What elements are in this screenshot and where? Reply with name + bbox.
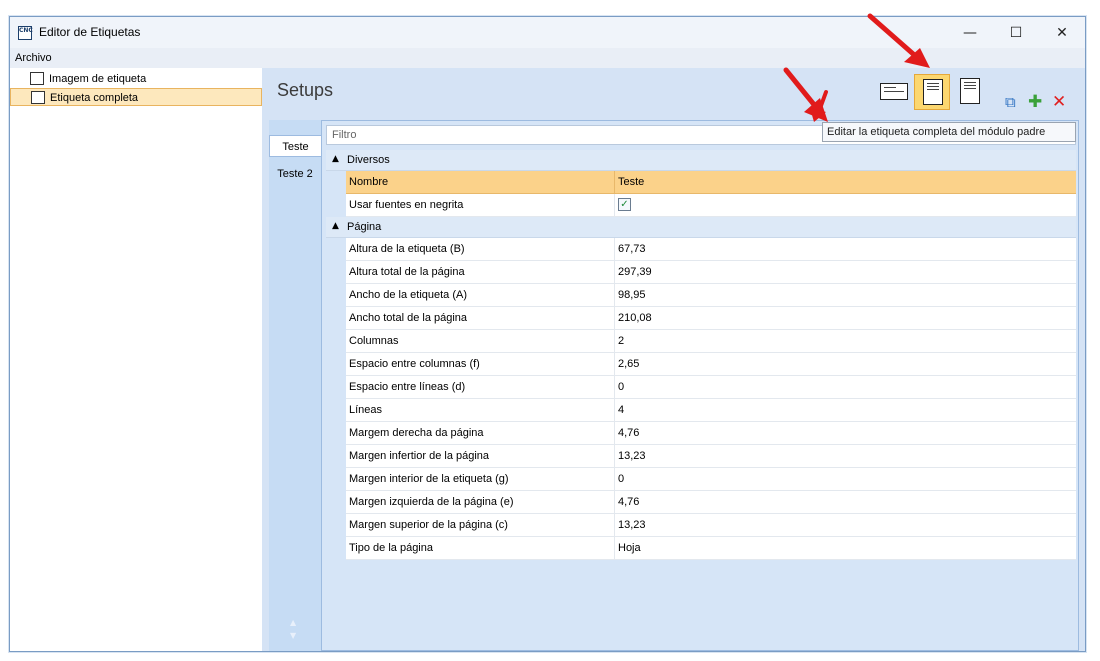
property-row[interactable]: Tipo de la página Hoja xyxy=(346,537,1076,560)
group-header[interactable]: ▲ Página xyxy=(326,217,1076,238)
property-row[interactable]: Altura de la etiqueta (B) 67,73 xyxy=(346,238,1076,261)
property-value[interactable]: 13,23 xyxy=(618,519,646,531)
property-row[interactable]: Columnas 2 xyxy=(346,330,1076,353)
window-title: Editor de Etiquetas xyxy=(39,25,141,39)
annotation-arrow-3 xyxy=(810,90,828,122)
app-logo-icon: CNC xyxy=(18,26,33,40)
property-name: Espacio entre líneas (d) xyxy=(349,381,466,393)
property-row[interactable]: Margem derecha da página 4,76 xyxy=(346,422,1076,445)
property-name: Margen interior de la etiqueta (g) xyxy=(349,473,509,485)
property-grid: ▲ Diversos Nombre Teste Usar fuentes en negr… xyxy=(326,150,1076,560)
setups-panel: Setups ⧉ ✚ ✕ Teste Teste 2 ▲ ▼ Filtro ▲ … xyxy=(262,68,1085,651)
tab-teste[interactable]: Teste xyxy=(269,135,321,157)
column-header-row: Nombre Teste xyxy=(346,171,1076,194)
delete-icon[interactable]: ✕ xyxy=(1052,94,1066,111)
property-value[interactable]: 4,76 xyxy=(618,496,639,508)
property-row[interactable]: Líneas 4 xyxy=(346,399,1076,422)
tree-item-imagem[interactable]: Imagem de etiqueta xyxy=(10,70,262,88)
copy-icon[interactable]: ⧉ xyxy=(1005,94,1016,111)
property-row[interactable]: Espacio entre columnas (f) 2,65 xyxy=(346,353,1076,376)
property-row[interactable]: Margen infertior de la página 13,23 xyxy=(346,445,1076,468)
module-button[interactable] xyxy=(952,74,988,110)
tab-strip: Teste Teste 2 ▲ ▼ xyxy=(269,120,321,651)
property-row[interactable]: Ancho de la etiqueta (A) 98,95 xyxy=(346,284,1076,307)
label-image-icon xyxy=(880,83,908,100)
minimize-button[interactable]: — xyxy=(947,17,993,48)
full-label-button[interactable] xyxy=(914,74,950,110)
scroll-down-icon[interactable]: ▼ xyxy=(290,631,296,640)
property-name: Margen superior de la página (c) xyxy=(349,519,508,531)
tree-item-label: Etiqueta completa xyxy=(50,92,139,104)
tree-item-label: Imagem de etiqueta xyxy=(49,73,147,85)
property-value[interactable]: 0 xyxy=(618,473,624,485)
property-name: Margen izquierda de la página (e) xyxy=(349,496,514,508)
column-header-name[interactable]: Nombre xyxy=(349,176,388,188)
property-value[interactable]: 210,08 xyxy=(618,312,652,324)
scroll-up-icon[interactable]: ▲ xyxy=(290,618,296,627)
page-title: Setups xyxy=(277,80,334,100)
full-label-icon xyxy=(923,79,943,105)
close-button[interactable]: ✕ xyxy=(1039,17,1085,48)
property-value[interactable]: 297,39 xyxy=(618,266,652,278)
collapse-caret-icon[interactable]: ▲ xyxy=(332,154,339,164)
property-value[interactable]: 98,95 xyxy=(618,289,646,301)
tooltip: Editar la etiqueta completa del módulo p… xyxy=(822,122,1076,142)
column-header-value[interactable]: Teste xyxy=(618,176,644,188)
group-label: Página xyxy=(347,221,382,233)
tree-item-etiqueta-completa[interactable]: Etiqueta completa xyxy=(10,88,262,106)
property-name: Altura de la etiqueta (B) xyxy=(349,243,465,255)
property-value[interactable]: 0 xyxy=(618,381,624,393)
property-name: Espacio entre columnas (f) xyxy=(349,358,480,370)
property-name: Líneas xyxy=(349,404,383,416)
property-row[interactable]: Altura total de la página 297,39 xyxy=(346,261,1076,284)
property-value[interactable]: 4,76 xyxy=(618,427,639,439)
maximize-button[interactable]: ☐ xyxy=(993,17,1039,48)
property-name: Tipo de la página xyxy=(349,542,433,554)
full-label-icon xyxy=(31,91,45,104)
property-name: Altura total de la página xyxy=(349,266,465,278)
group-label: Diversos xyxy=(347,154,390,166)
property-value[interactable]: 2 xyxy=(618,335,624,347)
property-value[interactable]: 67,73 xyxy=(618,243,646,255)
property-row[interactable]: Margen interior de la etiqueta (g) 0 xyxy=(346,468,1076,491)
property-value[interactable]: 2,65 xyxy=(618,358,639,370)
bold-fonts-checkbox[interactable]: ✓ xyxy=(618,198,631,211)
property-name: Columnas xyxy=(349,335,399,347)
group-header[interactable]: ▲ Diversos xyxy=(326,150,1076,171)
property-row[interactable]: Ancho total de la página 210,08 xyxy=(346,307,1076,330)
property-row[interactable]: Espacio entre líneas (d) 0 xyxy=(346,376,1076,399)
property-value[interactable]: Hoja xyxy=(618,542,641,554)
property-content: Filtro ▲ Diversos Nombre Teste Usar fuentes … xyxy=(321,120,1079,651)
tab-teste-2[interactable]: Teste 2 xyxy=(269,163,321,185)
property-name: Ancho total de la página xyxy=(349,312,468,324)
module-icon xyxy=(960,78,980,104)
property-value[interactable]: 13,23 xyxy=(618,450,646,462)
menu-archivo[interactable]: Archivo xyxy=(15,52,52,64)
tree-panel: Imagem de etiqueta Etiqueta completa xyxy=(10,68,263,651)
property-name: Margem derecha da página xyxy=(349,427,484,439)
annotation-arrow-1 xyxy=(867,13,930,68)
label-image-button[interactable] xyxy=(876,74,912,110)
label-image-icon xyxy=(30,72,44,85)
property-row[interactable]: Margen izquierda de la página (e) 4,76 xyxy=(346,491,1076,514)
add-icon[interactable]: ✚ xyxy=(1028,94,1042,111)
property-name: Ancho de la etiqueta (A) xyxy=(349,289,468,301)
app-window: CNC Editor de Etiquetas — ☐ ✕ Archivo Im… xyxy=(9,16,1086,652)
property-name: Usar fuentes en negrita xyxy=(349,199,464,211)
property-row[interactable]: Usar fuentes en negrita ✓ xyxy=(346,194,1076,217)
property-name: Margen infertior de la página xyxy=(349,450,490,462)
property-row[interactable]: Margen superior de la página (c) 13,23 xyxy=(346,514,1076,537)
collapse-caret-icon[interactable]: ▲ xyxy=(332,221,339,231)
property-value[interactable]: 4 xyxy=(618,404,624,416)
